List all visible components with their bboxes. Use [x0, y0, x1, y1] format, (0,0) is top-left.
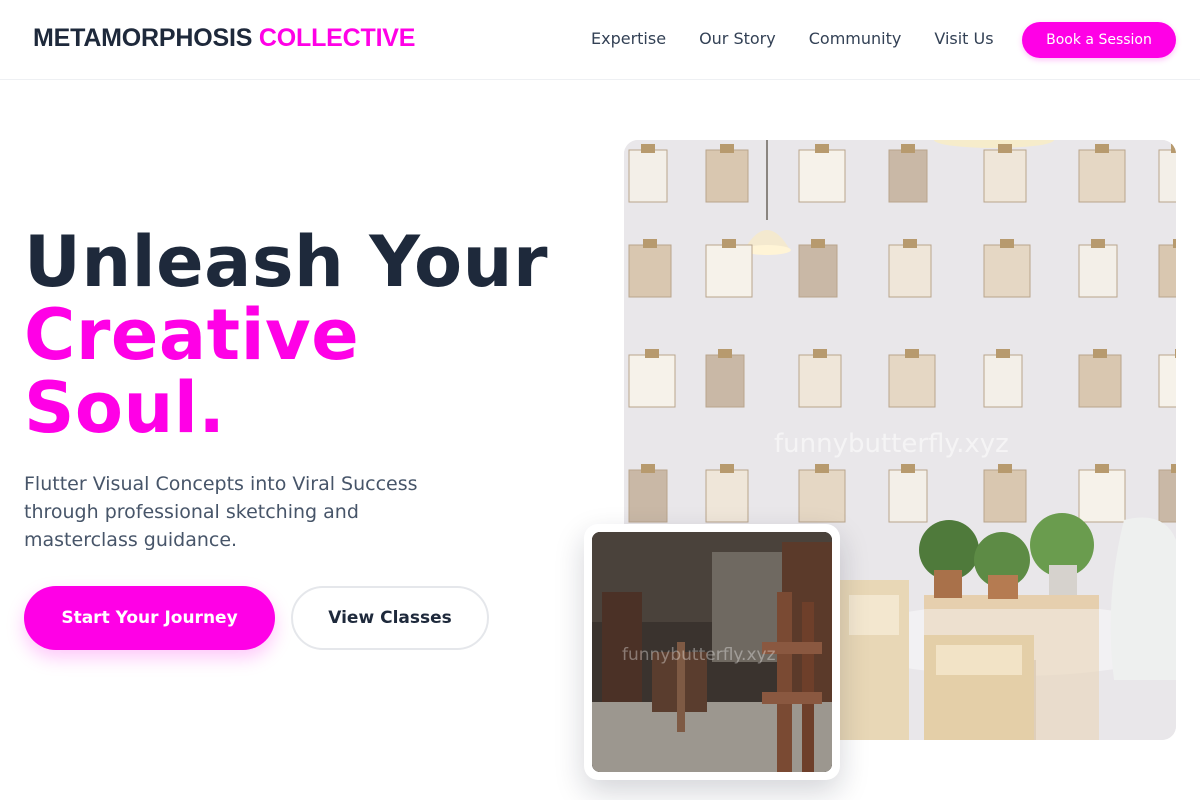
- nav-link-expertise[interactable]: Expertise: [591, 29, 666, 48]
- studio-illustration: funnybutterfly.xyz: [592, 532, 832, 772]
- clipboard-frame: [1158, 354, 1176, 408]
- clipboard-clip: [645, 349, 659, 358]
- clipboard-frame: [705, 244, 753, 298]
- clipboard-frame: [705, 469, 749, 523]
- nav-link-visit-us[interactable]: Visit Us: [934, 29, 993, 48]
- clipboard-clip: [1095, 464, 1109, 473]
- clipboard-frame: [628, 244, 672, 298]
- clipboard-clip: [998, 144, 1012, 153]
- clipboard-clip: [996, 349, 1010, 358]
- brand-name-part2: COLLECTIVE: [258, 24, 416, 52]
- clipboard-clip: [1171, 144, 1176, 153]
- clipboard-frame: [983, 149, 1027, 203]
- clipboard-frame: [1078, 244, 1118, 298]
- brand-logo[interactable]: METAMORPHOSIS COLLECTIVE: [33, 24, 415, 53]
- clipboard-clip: [643, 239, 657, 248]
- clipboard-clip: [1091, 239, 1105, 248]
- inset-image-watermark: funnybutterfly.xyz: [622, 645, 776, 665]
- clipboard-frame: [798, 354, 842, 408]
- clipboard-clip: [1093, 349, 1107, 358]
- clipboard-frame: [983, 354, 1023, 408]
- hero-subtext: Flutter Visual Concepts into Viral Succe…: [24, 473, 418, 551]
- book-session-button[interactable]: Book a Session: [1022, 22, 1176, 58]
- clipboard-frame: [888, 354, 936, 408]
- clipboard-frame: [628, 149, 668, 203]
- clipboard-clip: [815, 464, 829, 473]
- site-header: METAMORPHOSIS COLLECTIVE Expertise Our S…: [0, 0, 1200, 80]
- clipboard-clip: [813, 349, 827, 358]
- clipboard-frame: [1158, 244, 1176, 298]
- clipboard-frame: [1078, 354, 1122, 408]
- clipboard-frame: [798, 244, 838, 298]
- nav-link-community[interactable]: Community: [809, 29, 902, 48]
- clipboard-frame: [1078, 149, 1126, 203]
- brand-name-part1: METAMORPHOSIS: [33, 24, 253, 52]
- hero-inset-card: funnybutterfly.xyz: [584, 524, 840, 780]
- clipboard-frame: [983, 469, 1027, 523]
- headline-line-2: Creative: [24, 294, 360, 376]
- clipboard-clip: [903, 239, 917, 248]
- clipboard-frame: [798, 149, 846, 203]
- clipboard-clip: [720, 464, 734, 473]
- clipboard-clip: [641, 144, 655, 153]
- clipboard-clip: [901, 144, 915, 153]
- clipboard-frame: [888, 469, 928, 523]
- clipboard-clip: [1173, 239, 1176, 248]
- headline-line-3: Soul.: [24, 367, 226, 449]
- clipboard-clip: [905, 349, 919, 358]
- clipboard-frame: [798, 469, 846, 523]
- clipboard-clip: [641, 464, 655, 473]
- hero-headline: Unleash Your Creative Soul.: [24, 226, 548, 445]
- nav-link-our-story[interactable]: Our Story: [699, 29, 776, 48]
- hero-inset-image: funnybutterfly.xyz: [592, 532, 832, 772]
- clipboard-clip: [901, 464, 915, 473]
- start-journey-button[interactable]: Start Your Journey: [24, 586, 275, 650]
- clipboard-clip: [1175, 349, 1176, 358]
- clipboard-clip: [1095, 144, 1109, 153]
- clipboard-frame: [705, 354, 745, 408]
- clipboard-clip: [1171, 464, 1176, 473]
- clipboard-frame: [888, 149, 928, 203]
- clipboard-clip: [815, 144, 829, 153]
- clipboard-frame: [983, 244, 1031, 298]
- clipboard-frame: [1158, 469, 1176, 523]
- clipboard-frame: [628, 354, 676, 408]
- clipboard-clip: [998, 464, 1012, 473]
- main-nav: Expertise Our Story Community Visit Us: [591, 29, 994, 48]
- clipboard-frame: [705, 149, 749, 203]
- clipboard-clip: [722, 239, 736, 248]
- clipboard-clip: [1000, 239, 1014, 248]
- clipboard-frame: [1078, 469, 1126, 523]
- headline-line-1: Unleash Your: [24, 221, 548, 303]
- clipboard-clip: [811, 239, 825, 248]
- main-image-watermark: funnybutterfly.xyz: [774, 429, 1009, 459]
- view-classes-button[interactable]: View Classes: [291, 586, 489, 650]
- clipboard-frame: [628, 469, 668, 523]
- clipboard-frame: [888, 244, 932, 298]
- clipboard-frame: [1158, 149, 1176, 203]
- clipboard-clip: [720, 144, 734, 153]
- clipboard-clip: [718, 349, 732, 358]
